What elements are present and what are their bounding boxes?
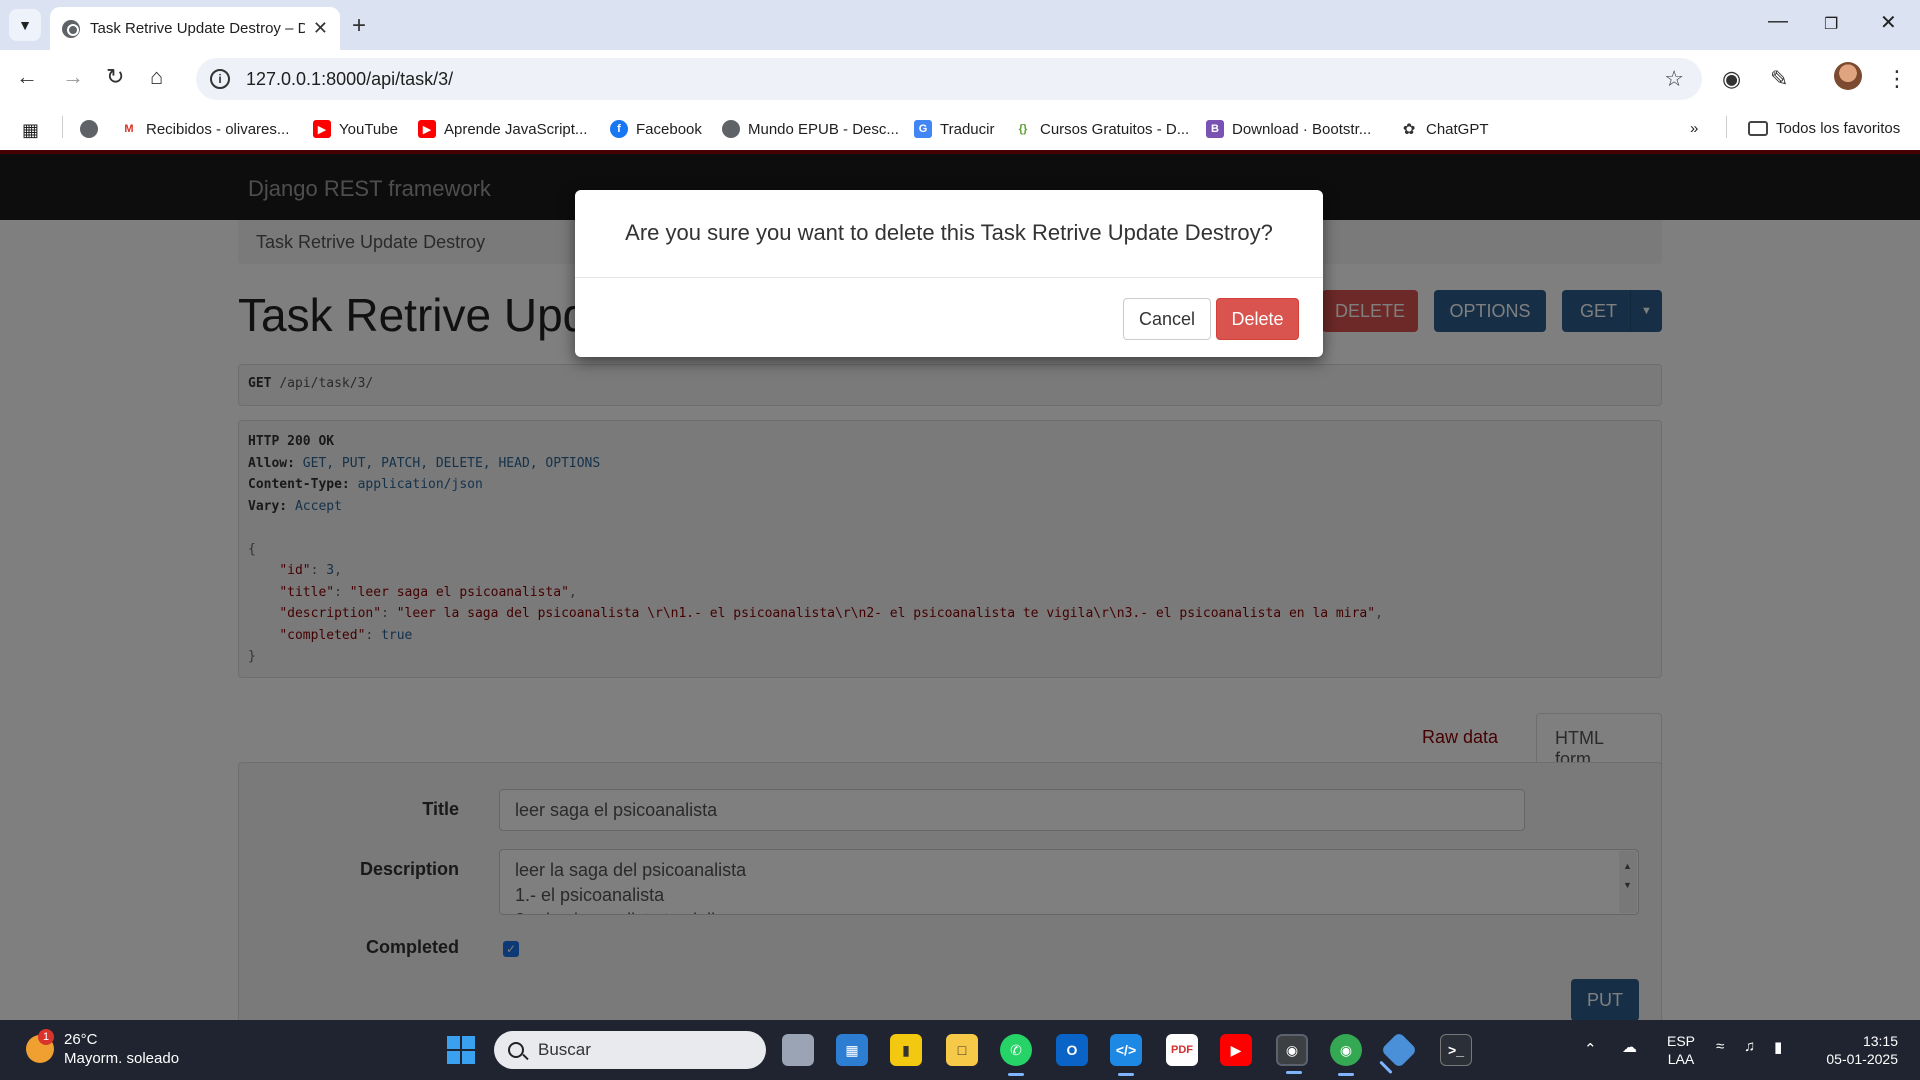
language-indicator[interactable]: ESP LAA — [1664, 1032, 1698, 1068]
terminal-icon[interactable]: >_ — [1440, 1034, 1472, 1066]
clock-date: 05-01-2025 — [1826, 1051, 1898, 1067]
power-bi-icon[interactable]: ▮ — [890, 1034, 922, 1066]
bookmark-youtube[interactable]: ▶ YouTube — [313, 120, 398, 138]
divider — [1726, 116, 1727, 138]
bookmark-label: ChatGPT — [1426, 120, 1489, 138]
notification-badge: 1 — [38, 1029, 54, 1045]
globe-icon — [62, 19, 80, 38]
bookmark-mundo-epub[interactable]: Mundo EPUB - Desc... — [722, 120, 899, 138]
facebook-icon: f — [610, 120, 628, 138]
volume-icon[interactable]: ♫ — [1744, 1038, 1755, 1055]
clock-time: 13:15 — [1862, 1033, 1898, 1049]
bookmark-gmail[interactable]: M Recibidos - olivares... — [120, 120, 289, 138]
bookmark-label: Aprende JavaScript... — [444, 120, 588, 138]
forward-button[interactable]: → — [62, 64, 84, 90]
cancel-button[interactable]: Cancel — [1123, 298, 1211, 340]
folder-icon — [1748, 121, 1768, 136]
youtube-icon: ▶ — [313, 120, 331, 138]
minimize-button[interactable]: — — [1768, 10, 1788, 33]
battery-icon[interactable]: ▮ — [1774, 1038, 1782, 1056]
weather-icon: 1 — [26, 1029, 54, 1063]
media-icon[interactable]: ◉ — [1722, 66, 1741, 92]
language-top: ESP — [1666, 1033, 1695, 1049]
browser-tab-bar: ▼ Task Retrive Update Destroy – D ✕ + — … — [0, 0, 1920, 50]
bookmark-cursos[interactable]: {} Cursos Gratuitos - D... — [1014, 120, 1189, 138]
gmail-icon: M — [120, 120, 138, 138]
onedrive-icon[interactable]: ☁ — [1622, 1038, 1637, 1056]
youtube-icon: ▶ — [418, 120, 436, 138]
bookmark-label: Cursos Gratuitos - D... — [1040, 120, 1190, 138]
tab-search-button[interactable]: ▼ — [9, 9, 41, 41]
outlook-icon[interactable]: O — [1056, 1034, 1088, 1066]
weather-desc: Mayorm. soleado — [64, 1050, 180, 1067]
browser-tab-active[interactable]: Task Retrive Update Destroy – D ✕ — [50, 7, 340, 50]
modal-message: Are you sure you want to delete this Tas… — [575, 190, 1323, 278]
bookmark-label: YouTube — [339, 120, 398, 138]
menu-icon[interactable]: ⋮ — [1886, 66, 1908, 92]
globe-icon[interactable] — [80, 120, 106, 138]
bookmark-star-icon[interactable]: ☆ — [1664, 66, 1684, 92]
task-view-icon[interactable] — [782, 1034, 814, 1066]
extensions-icon[interactable]: ✎ — [1770, 66, 1788, 92]
confirm-delete-button[interactable]: Delete — [1216, 298, 1299, 340]
bookmark-label: Facebook — [636, 120, 702, 138]
chevron-down-icon: ▼ — [18, 17, 32, 33]
new-tab-button[interactable]: + — [352, 12, 366, 40]
delete-confirm-modal: Are you sure you want to delete this Tas… — [575, 190, 1323, 357]
braces-icon: {} — [1018, 123, 1028, 135]
start-button[interactable] — [447, 1036, 475, 1064]
bookmark-label: Recibidos - olivares... — [146, 120, 290, 138]
wifi-icon[interactable]: ≈ — [1716, 1038, 1724, 1055]
weather-widget[interactable]: 1 26°C Mayorm. soleado — [26, 1029, 180, 1068]
home-button[interactable]: ⌂ — [150, 64, 163, 90]
taskbar-search[interactable]: Buscar — [494, 1031, 766, 1069]
store-icon[interactable]: ▦ — [836, 1034, 868, 1066]
globe-icon — [722, 120, 740, 138]
show-hidden-icons[interactable]: ⌃ — [1584, 1040, 1597, 1058]
chrome-icon[interactable]: ◉ — [1276, 1034, 1308, 1074]
tab-title: Task Retrive Update Destroy – D — [90, 20, 305, 37]
chatgpt-icon: ✿ — [1402, 121, 1416, 138]
file-explorer-icon[interactable]: □ — [946, 1034, 978, 1066]
back-button[interactable]: ← — [16, 64, 38, 90]
browser-toolbar: ← → ↻ ⌂ i 127.0.0.1:8000/api/task/3/ ☆ ◉… — [0, 50, 1920, 108]
divider — [62, 116, 63, 138]
bootstrap-icon: B — [1206, 120, 1224, 138]
url-text: 127.0.0.1:8000/api/task/3/ — [246, 68, 454, 89]
bookmark-label: Mundo EPUB - Desc... — [748, 120, 899, 138]
bookmark-traducir[interactable]: G Traducir — [914, 120, 994, 138]
search-placeholder: Buscar — [538, 1040, 591, 1059]
search-icon — [508, 1042, 524, 1058]
weather-temp: 26°C — [64, 1031, 98, 1048]
whatsapp-icon[interactable]: ✆ — [1000, 1034, 1032, 1076]
modal-footer: Cancel Delete — [575, 278, 1323, 357]
restore-button[interactable]: ❐ — [1824, 14, 1838, 34]
bookmark-label: Download · Bootstr... — [1232, 120, 1372, 138]
more-bookmarks-icon[interactable]: » — [1690, 120, 1698, 137]
clock[interactable]: 13:15 05-01-2025 — [1808, 1032, 1898, 1068]
bookmark-bootstrap[interactable]: B Download · Bootstr... — [1206, 120, 1371, 138]
vscode-icon[interactable]: </> — [1110, 1034, 1142, 1076]
apps-icon[interactable]: ▦ — [22, 120, 39, 141]
close-window-button[interactable]: ✕ — [1880, 10, 1897, 35]
chrome-profile-icon[interactable]: ◉ — [1330, 1034, 1362, 1076]
all-bookmarks-label: Todos los favoritos — [1776, 120, 1901, 137]
translate-icon: G — [914, 120, 932, 138]
bookmark-facebook[interactable]: f Facebook — [610, 120, 702, 138]
reload-button[interactable]: ↻ — [106, 64, 124, 90]
address-bar[interactable]: i 127.0.0.1:8000/api/task/3/ ☆ — [196, 58, 1702, 100]
git-icon[interactable] — [1380, 1031, 1418, 1069]
bookmark-label: Traducir — [940, 120, 995, 138]
close-icon[interactable]: ✕ — [313, 18, 328, 39]
youtube-app-icon[interactable]: ▶ — [1220, 1034, 1252, 1066]
bookmarks-bar: ▦ M Recibidos - olivares... ▶ YouTube ▶ Apr… — [0, 108, 1920, 150]
info-icon[interactable]: i — [210, 69, 230, 89]
profile-avatar[interactable] — [1834, 62, 1862, 90]
all-bookmarks-folder[interactable]: Todos los favoritos — [1748, 120, 1900, 137]
windows-taskbar: 1 26°C Mayorm. soleado Buscar ▦ ▮ □ ✆ O … — [0, 1020, 1920, 1080]
language-bottom: LAA — [1667, 1051, 1695, 1067]
bookmark-aprende-js[interactable]: ▶ Aprende JavaScript... — [418, 120, 587, 138]
pdf-icon[interactable]: PDF — [1166, 1034, 1198, 1066]
bookmark-chatgpt[interactable]: ✿ ChatGPT — [1400, 120, 1489, 139]
